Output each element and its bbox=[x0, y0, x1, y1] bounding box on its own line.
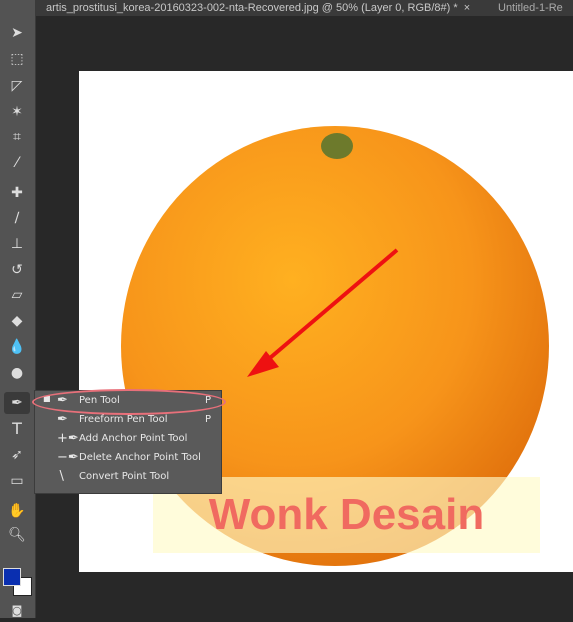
marquee-tool-icon[interactable]: ⬚ bbox=[4, 48, 30, 70]
highlight-ellipse bbox=[32, 389, 226, 415]
dodge-tool-icon[interactable]: ● bbox=[4, 362, 30, 384]
rectangle-tool-icon[interactable]: ▭ bbox=[4, 470, 30, 492]
lasso-tool-icon[interactable]: ◸ bbox=[4, 75, 30, 97]
paint-bucket-tool-icon[interactable]: ◆ bbox=[4, 310, 30, 332]
stamp-tool-icon[interactable]: ⊥ bbox=[4, 233, 30, 255]
convert-point-icon: ∖ bbox=[57, 469, 66, 484]
blur-tool-icon[interactable]: 💧 bbox=[4, 336, 30, 358]
document-tab-active[interactable]: artis_prostitusi_korea-20160323-002-nta-… bbox=[46, 1, 470, 15]
document-tab-bar: artis_prostitusi_korea-20160323-002-nta-… bbox=[36, 0, 573, 16]
menu-item-label: Delete Anchor Point Tool bbox=[79, 452, 201, 463]
zoom-tool-icon[interactable]: 🔍︎ bbox=[4, 524, 30, 546]
tab-close-icon[interactable]: × bbox=[464, 2, 470, 14]
menu-item-shortcut: P bbox=[205, 414, 212, 425]
freeform-pen-icon: ✒ bbox=[57, 412, 68, 427]
magic-wand-tool-icon[interactable]: ✶ bbox=[4, 101, 30, 123]
delete-anchor-icon: −✒ bbox=[57, 450, 79, 465]
brush-tool-icon[interactable]: ∕ bbox=[4, 207, 30, 229]
healing-brush-tool-icon[interactable]: ✚ bbox=[4, 182, 30, 204]
orange-stem bbox=[321, 133, 353, 159]
tools-panel: ➤ ⬚ ◸ ✶ ⌗ ⁄ ✚ ∕ ⊥ ↺ ▱ ◆ 💧 ● ✒ T ➶ ▭ ✋ 🔍︎… bbox=[0, 0, 36, 618]
move-tool-icon[interactable]: ➤ bbox=[4, 22, 30, 44]
crop-tool-icon[interactable]: ⌗ bbox=[4, 126, 30, 148]
document-canvas[interactable]: Wonk Desain bbox=[79, 71, 573, 572]
menu-item-delete-anchor-point-tool[interactable]: −✒ Delete Anchor Point Tool bbox=[35, 449, 221, 468]
menu-item-convert-point-tool[interactable]: ∖ Convert Point Tool bbox=[35, 468, 221, 487]
pen-tool-icon[interactable]: ✒ bbox=[4, 392, 30, 414]
history-brush-tool-icon[interactable]: ↺ bbox=[4, 259, 30, 281]
menu-item-label: Freeform Pen Tool bbox=[79, 414, 168, 425]
menu-item-label: Add Anchor Point Tool bbox=[79, 433, 188, 444]
hand-tool-icon[interactable]: ✋ bbox=[4, 500, 30, 522]
path-selection-tool-icon[interactable]: ➶ bbox=[4, 444, 30, 466]
menu-item-label: Convert Point Tool bbox=[79, 471, 170, 482]
quick-mask-icon[interactable]: ◙ bbox=[4, 600, 30, 622]
document-tab[interactable]: Untitled-1-Re bbox=[498, 1, 563, 15]
eyedropper-tool-icon[interactable]: ⁄ bbox=[4, 152, 30, 174]
eraser-tool-icon[interactable]: ▱ bbox=[4, 284, 30, 306]
menu-item-add-anchor-point-tool[interactable]: +✒ Add Anchor Point Tool bbox=[35, 430, 221, 449]
foreground-color-swatch[interactable] bbox=[3, 568, 21, 586]
type-tool-icon[interactable]: T bbox=[4, 418, 30, 440]
add-anchor-icon: +✒ bbox=[57, 431, 79, 446]
tab-label: artis_prostitusi_korea-20160323-002-nta-… bbox=[46, 2, 458, 14]
